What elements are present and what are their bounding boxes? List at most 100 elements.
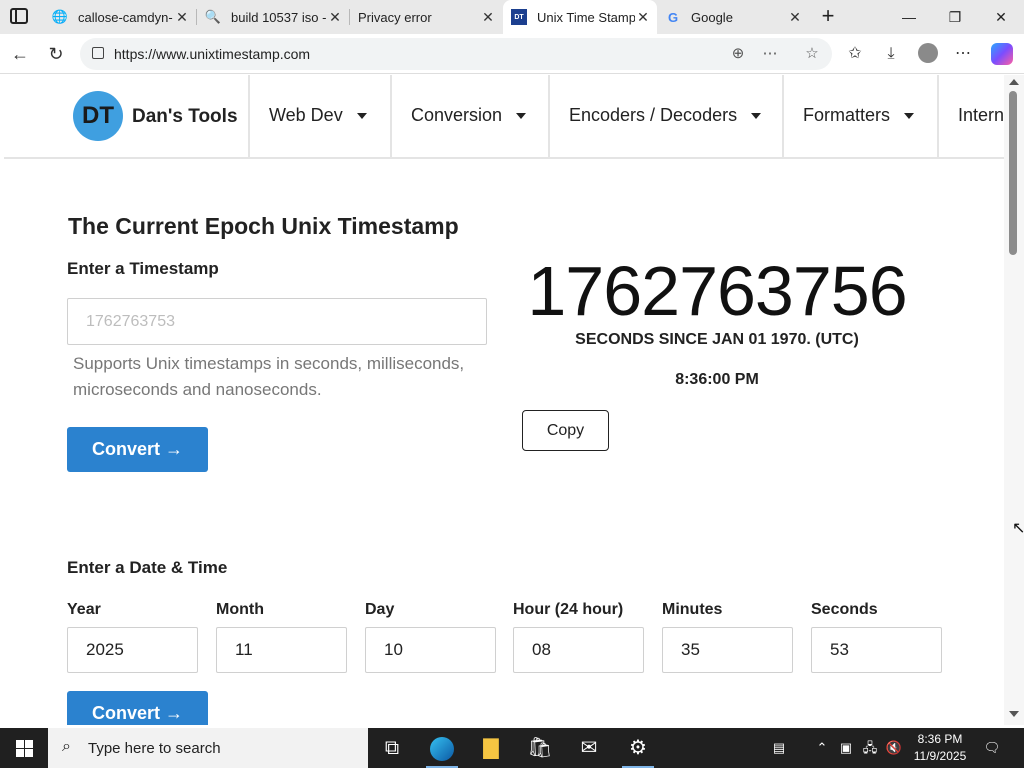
year-field[interactable] (67, 627, 198, 673)
copy-button[interactable]: Copy (522, 410, 609, 451)
favorite-star-icon[interactable]: ☆ (800, 42, 824, 66)
scroll-down-icon[interactable] (1009, 711, 1019, 717)
tab-title: callose-camdyn- (78, 9, 173, 25)
copilot-icon[interactable] (991, 43, 1013, 65)
caret-down-icon (904, 113, 915, 120)
globe-icon: 🌐 (51, 9, 69, 24)
settings-gear-icon[interactable]: ⚙ (614, 728, 662, 768)
hour-field[interactable] (513, 627, 644, 673)
seconds-label: Seconds (811, 601, 878, 618)
caret-down-icon (751, 113, 762, 120)
dans-tools-icon: DT (511, 9, 527, 25)
nav-label: Formatters (803, 105, 891, 125)
clock-date: 11/9/2025 (913, 749, 967, 763)
day-field[interactable] (365, 627, 496, 673)
tab-title: Unix Time Stamp (537, 9, 635, 25)
scroll-up-icon[interactable] (1009, 79, 1019, 85)
nav-conversion[interactable]: Conversion (411, 105, 527, 126)
search-icon: 🔍 (204, 9, 222, 24)
start-button[interactable] (0, 728, 48, 768)
timestamp-hint: Supports Unix timestamps in seconds, mil… (73, 354, 465, 399)
news-widget-icon[interactable]: ▤ (762, 728, 796, 768)
windows-logo-icon (16, 740, 24, 748)
vertical-scrollbar[interactable] (1004, 75, 1024, 725)
store-icon[interactable]: 🛍 (516, 728, 564, 768)
close-icon[interactable]: ✕ (174, 9, 190, 26)
windows-logo-pane (16, 749, 24, 757)
volume-muted-icon[interactable]: 🔇 (884, 728, 904, 768)
close-icon[interactable]: ✕ (635, 9, 651, 26)
search-placeholder: Type here to search (88, 740, 221, 757)
close-icon[interactable]: ✕ (327, 9, 343, 26)
tab-title: Google (691, 9, 733, 25)
profile-avatar[interactable] (918, 43, 938, 63)
google-icon: G (667, 9, 679, 25)
seconds-field[interactable] (811, 627, 942, 673)
network-icon[interactable]: 🖧 (860, 728, 880, 768)
clock-time: 8:36 PM (917, 732, 963, 746)
nav-encoders-decoders[interactable]: Encoders / Decoders (569, 105, 762, 126)
seconds-since-caption: SECONDS SINCE JAN 01 1970. (UTC) (575, 331, 859, 348)
timestamp-input[interactable] (67, 298, 487, 345)
back-button[interactable]: ← (8, 42, 32, 66)
zoom-icon[interactable]: ⊕ (726, 42, 750, 66)
nav-web-dev[interactable]: Web Dev (269, 105, 367, 126)
nav-divider (937, 75, 939, 159)
taskbar-search[interactable]: ⌕ Type here to search (48, 728, 368, 768)
taskbar-clock[interactable]: 8:36 PM 11/9/2025 (905, 731, 975, 765)
reading-mode-icon[interactable]: ⋯ (758, 42, 782, 66)
nav-internet[interactable]: Interne (958, 105, 1004, 126)
minutes-label: Minutes (662, 601, 723, 618)
site-logo[interactable]: DT (73, 91, 123, 141)
file-explorer-icon[interactable]: ▇ (467, 728, 515, 768)
tab-callose[interactable]: 🌐 callose-camdyn- ✕ (44, 0, 196, 34)
downloads-icon[interactable]: ⤓ (878, 42, 904, 66)
site-navbar: DT Dan's Tools Web Dev Conversion Encode… (4, 75, 1004, 159)
new-tab-button[interactable]: + (818, 4, 838, 28)
tab-unix-time-stamp[interactable]: DT Unix Time Stamp ✕ (503, 0, 657, 34)
nav-label: Web Dev (269, 105, 343, 125)
tab-actions-icon[interactable] (10, 8, 28, 24)
restore-button[interactable]: ❐ (932, 0, 978, 34)
nav-formatters[interactable]: Formatters (803, 105, 915, 126)
nav-label: Interne (958, 105, 1004, 125)
more-menu-icon[interactable]: ⋯ (950, 42, 976, 66)
close-window-button[interactable]: ✕ (978, 0, 1024, 34)
notifications-icon[interactable]: 🗨 (980, 728, 1004, 768)
chevron-up-icon[interactable]: ⌃ (812, 728, 832, 768)
nav-label: Conversion (411, 105, 503, 125)
refresh-button[interactable]: ↻ (44, 42, 68, 66)
windows-logo-pane (25, 740, 33, 748)
minutes-field[interactable] (662, 627, 793, 673)
url-text[interactable]: https://www.unixtimestamp.com (114, 46, 310, 62)
tab-title: Privacy error (358, 9, 432, 25)
convert-date-button[interactable]: Convert → (67, 691, 208, 725)
brand-name[interactable]: Dan's Tools (132, 106, 238, 128)
favorites-icon[interactable]: ✩ (842, 42, 868, 66)
month-field[interactable] (216, 627, 347, 673)
edge-icon[interactable] (418, 728, 466, 768)
current-time: 8:36:00 PM (675, 371, 759, 388)
caret-down-icon (516, 113, 527, 120)
convert-timestamp-button[interactable]: Convert → (67, 427, 208, 472)
mouse-cursor-icon: ↖ (1012, 520, 1024, 537)
minimize-button[interactable]: — (886, 0, 932, 34)
meet-icon[interactable]: ▣ (836, 728, 856, 768)
tab-title: build 10537 iso - (231, 9, 327, 25)
scroll-thumb[interactable] (1009, 91, 1017, 255)
mail-icon[interactable]: ✉ (565, 728, 613, 768)
tab-build-search[interactable]: 🔍 build 10537 iso - ✕ (197, 0, 349, 34)
browser-toolbar: ← ↻ https://www.unixtimestamp.com ⊕ ⋯ ☆ … (0, 34, 1024, 74)
month-label: Month (216, 601, 264, 618)
task-view-icon[interactable]: ⧉ (368, 728, 416, 768)
address-bar[interactable]: https://www.unixtimestamp.com ⊕ ⋯ ☆ (80, 38, 832, 70)
close-icon[interactable]: ✕ (480, 9, 496, 26)
windows-logo-pane (25, 749, 33, 757)
day-label: Day (365, 601, 395, 618)
tab-strip: 🌐 callose-camdyn- ✕ 🔍 build 10537 iso - … (0, 0, 1024, 34)
nav-label: Encoders / Decoders (569, 105, 738, 125)
tab-google[interactable]: G Google ✕ (657, 0, 809, 34)
tab-privacy-error[interactable]: Privacy error ✕ (350, 0, 502, 34)
lock-icon[interactable] (92, 47, 104, 59)
close-icon[interactable]: ✕ (787, 9, 803, 26)
